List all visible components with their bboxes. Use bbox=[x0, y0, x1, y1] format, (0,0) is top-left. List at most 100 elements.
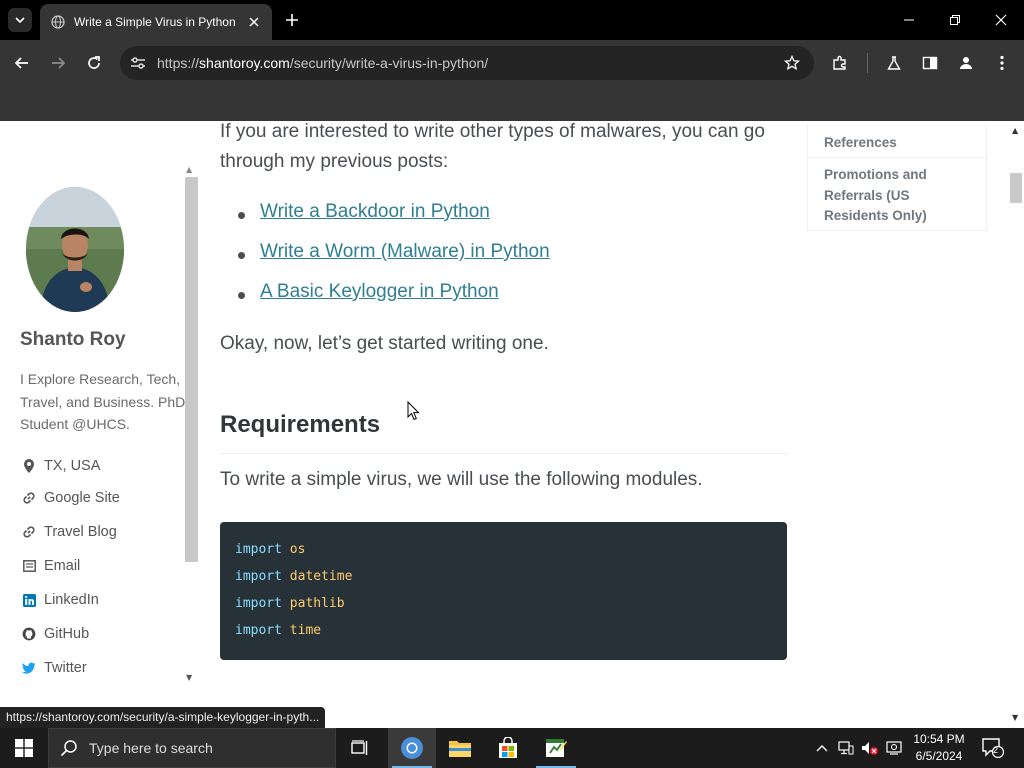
page-scrollbar-thumb[interactable] bbox=[1010, 173, 1022, 203]
github-icon bbox=[22, 627, 36, 641]
volume-muted-icon[interactable] bbox=[860, 738, 880, 758]
globe-icon bbox=[50, 14, 66, 30]
link-icon bbox=[22, 491, 36, 505]
code-keyword: import bbox=[235, 569, 282, 584]
sidebar-link-label: GitHub bbox=[44, 626, 90, 642]
taskbar-app-editor[interactable] bbox=[532, 728, 580, 768]
labs-flask-icon[interactable] bbox=[882, 51, 906, 75]
code-module: os bbox=[289, 542, 306, 557]
display-icon[interactable] bbox=[884, 738, 904, 758]
table-of-contents: References Promotions and Referrals (US … bbox=[807, 124, 987, 231]
modules-paragraph: To write a simple virus, we will use the… bbox=[220, 469, 703, 490]
profile-icon[interactable] bbox=[954, 51, 978, 75]
restore-button[interactable] bbox=[932, 0, 978, 40]
sidebar-link-google-site[interactable]: Google Site bbox=[22, 488, 120, 508]
author-avatar bbox=[26, 187, 124, 312]
notification-center-button[interactable]: 2 bbox=[980, 736, 1006, 760]
url-scheme: https:// bbox=[157, 55, 200, 71]
network-icon[interactable] bbox=[836, 738, 856, 758]
bookmark-star-icon[interactable] bbox=[780, 51, 804, 75]
windows-taskbar: Type here to search 10:54 PM 6/5/2024 2 bbox=[0, 728, 1024, 768]
heading-divider bbox=[220, 453, 787, 454]
task-view-button[interactable] bbox=[336, 728, 384, 768]
sidebar-link-label: Twitter bbox=[44, 660, 87, 676]
sidebar-link-travel-blog[interactable]: Travel Blog bbox=[22, 522, 117, 542]
active-tab[interactable]: Write a Simple Virus in Python bbox=[40, 4, 272, 40]
taskbar-chrome[interactable] bbox=[388, 728, 436, 768]
sidebar-link-location: TX, USA bbox=[22, 456, 100, 476]
link-backdoor-post[interactable]: Write a Backdoor in Python bbox=[260, 201, 490, 222]
url-path: /security/write-a-virus-in-python/ bbox=[289, 55, 489, 71]
toolbar-divider bbox=[867, 53, 868, 73]
linkedin-icon bbox=[22, 593, 36, 607]
sidebar-link-email[interactable]: Email bbox=[22, 556, 80, 576]
chrome-icon bbox=[401, 737, 423, 759]
scroll-up-arrow[interactable]: ▲ bbox=[1012, 126, 1018, 135]
browser-toolbar: https://shantoroy.com/security/write-a-v… bbox=[0, 40, 1024, 86]
close-tab-icon[interactable] bbox=[244, 12, 264, 32]
code-line: import os bbox=[235, 540, 772, 567]
editor-app-icon bbox=[546, 739, 567, 757]
extensions-icon[interactable] bbox=[828, 51, 852, 75]
minimize-icon bbox=[904, 19, 914, 21]
reload-icon bbox=[88, 56, 100, 69]
link-keylogger-post[interactable]: A Basic Keylogger in Python bbox=[260, 281, 499, 302]
sidebar-link-label: Travel Blog bbox=[44, 524, 117, 540]
reload-button[interactable] bbox=[82, 51, 106, 75]
toc-divider bbox=[808, 157, 986, 158]
list-item: Write a Worm (Malware) in Python bbox=[220, 241, 550, 281]
link-icon bbox=[22, 525, 36, 539]
page-viewport: ▲ ▼ Shanto Roy I Explore Research, Tech,… bbox=[0, 121, 1008, 728]
link-status-bubble: https://shantoroy.com/security/a-simple-… bbox=[0, 707, 326, 728]
url-text: https://shantoroy.com/security/write-a-v… bbox=[157, 55, 488, 71]
toc-item-promotions[interactable]: Promotions and Referrals (US Residents O… bbox=[824, 165, 974, 227]
tab-search-button[interactable] bbox=[8, 8, 32, 32]
code-keyword: import bbox=[235, 623, 282, 638]
url-host: shantoroy.com bbox=[199, 55, 290, 71]
scroll-down-arrow[interactable]: ▼ bbox=[1012, 713, 1018, 722]
close-window-button[interactable] bbox=[978, 0, 1024, 40]
bookmarks-bar bbox=[0, 86, 1024, 121]
link-worm-post[interactable]: Write a Worm (Malware) in Python bbox=[260, 241, 550, 262]
address-bar[interactable]: https://shantoroy.com/security/write-a-v… bbox=[120, 46, 814, 80]
sidebar-link-linkedin[interactable]: LinkedIn bbox=[22, 590, 99, 610]
site-info-icon[interactable] bbox=[126, 51, 150, 75]
minimize-button[interactable] bbox=[886, 0, 932, 40]
code-line: import pathlib bbox=[235, 594, 772, 621]
back-button[interactable] bbox=[10, 51, 34, 75]
taskbar-clock[interactable]: 10:54 PM 6/5/2024 bbox=[906, 731, 972, 765]
menu-kebab-icon[interactable] bbox=[990, 51, 1014, 75]
section-heading-requirements: Requirements bbox=[220, 411, 381, 438]
code-module: pathlib bbox=[289, 596, 345, 611]
sidebar-link-github[interactable]: GitHub bbox=[22, 624, 89, 644]
store-icon bbox=[499, 737, 517, 758]
tray-overflow-chevron-icon[interactable] bbox=[812, 738, 832, 758]
new-tab-button[interactable] bbox=[280, 8, 304, 32]
sidebar-link-twitter[interactable]: Twitter bbox=[22, 658, 87, 678]
page-scrollbar[interactable]: ▲ ▼ bbox=[1008, 121, 1024, 728]
side-panel-icon[interactable] bbox=[918, 51, 942, 75]
code-keyword: import bbox=[235, 596, 282, 611]
forward-button[interactable] bbox=[46, 51, 70, 75]
sidebar-scroll-down-arrow[interactable]: ▼ bbox=[186, 673, 192, 682]
taskbar-file-explorer[interactable] bbox=[436, 728, 484, 768]
sidebar-scroll-up-arrow[interactable]: ▲ bbox=[186, 165, 192, 174]
search-placeholder: Type here to search bbox=[89, 740, 213, 756]
close-icon bbox=[995, 14, 1007, 26]
taskbar-search-box[interactable]: Type here to search bbox=[48, 728, 336, 768]
list-item: A Basic Keylogger in Python bbox=[220, 281, 550, 321]
browser-tab-bar: Write a Simple Virus in Python bbox=[0, 0, 1024, 40]
code-module: time bbox=[289, 623, 322, 638]
location-pin-icon bbox=[22, 459, 36, 473]
sidebar-link-label: Google Site bbox=[44, 490, 120, 506]
clock-time: 10:54 PM bbox=[913, 732, 965, 746]
notification-count: 2 bbox=[993, 745, 999, 755]
start-button[interactable] bbox=[0, 728, 48, 768]
transition-paragraph: Okay, now, let’s get started writing one… bbox=[220, 333, 549, 354]
chevron-down-icon bbox=[15, 17, 25, 24]
taskbar-microsoft-store[interactable] bbox=[484, 728, 532, 768]
code-keyword: import bbox=[235, 542, 282, 557]
toc-item-references[interactable]: References bbox=[824, 133, 974, 154]
windows-logo-icon bbox=[15, 739, 33, 757]
sidebar-link-label: Email bbox=[44, 558, 81, 574]
